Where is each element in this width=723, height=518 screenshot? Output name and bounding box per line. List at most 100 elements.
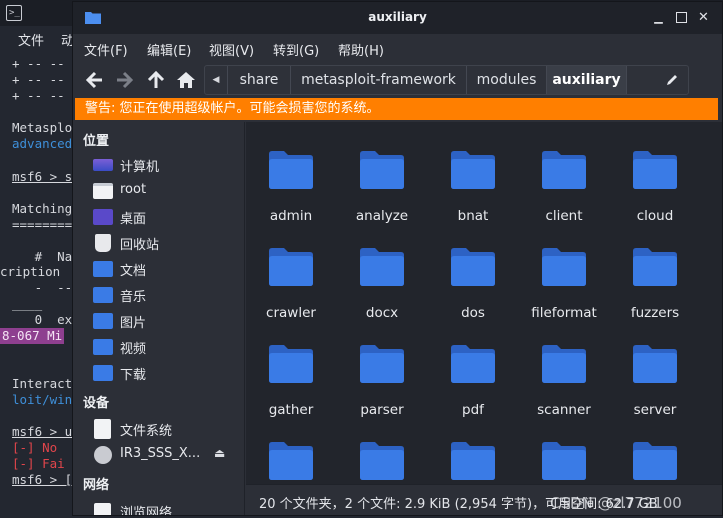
terminal-line: advanced	[12, 136, 73, 151]
folder-item[interactable]: server	[610, 326, 700, 418]
terminal-line: ========	[12, 217, 73, 232]
sidebar-item-network[interactable]: 浏览网络	[73, 498, 244, 515]
eject-icon[interactable]: ⏏	[214, 446, 225, 460]
sidebar-item-label: 图片	[120, 316, 147, 331]
folder-item[interactable]	[337, 423, 427, 484]
menu-file[interactable]: 文件(F)	[84, 40, 128, 59]
desktop-icon	[93, 209, 113, 225]
folder-item[interactable]	[428, 423, 518, 484]
sidebar-item-label: 文档	[120, 264, 147, 279]
sidebar-item-desktop[interactable]: 桌面	[73, 204, 244, 230]
sidebar-item-videos[interactable]: 视频	[73, 334, 244, 360]
terminal-line-error: [-] Fai	[12, 456, 65, 471]
folder-item[interactable]: admin	[246, 132, 336, 224]
folder-label: crawler	[266, 305, 316, 321]
folder-label: cloud	[636, 208, 674, 224]
folder-item[interactable]: cloud	[610, 132, 700, 224]
documents-icon	[93, 261, 113, 277]
breadcrumb-auxiliary[interactable]: auxiliary	[547, 66, 627, 94]
pencil-icon[interactable]	[627, 66, 688, 94]
sidebar-item-pictures[interactable]: 图片	[73, 308, 244, 334]
terminal-prompt[interactable]: msf6 > [	[12, 472, 72, 488]
sidebar-item-filesystem[interactable]: 文件系统	[73, 416, 244, 442]
terminal-line: ____	[12, 296, 43, 311]
folder-label: parser	[360, 402, 404, 418]
folder-icon	[633, 248, 677, 286]
terminal-line: 0 ex	[12, 312, 73, 327]
minimize-icon[interactable]: ▁	[652, 11, 665, 24]
sidebar-item-computer[interactable]: 计算机	[73, 152, 244, 178]
menu-help[interactable]: 帮助(H)	[338, 40, 384, 59]
breadcrumb-metasploit-framework[interactable]: metasploit-framework	[291, 66, 467, 94]
folder-item[interactable]: parser	[337, 326, 427, 418]
sidebar-item-downloads[interactable]: 下载	[73, 360, 244, 386]
pictures-icon	[93, 313, 113, 329]
folder-item[interactable]	[610, 423, 700, 484]
folder-item[interactable]: bnat	[428, 132, 518, 224]
folder-icon	[633, 345, 677, 383]
folder-item[interactable]: analyze	[337, 132, 427, 224]
folder-icon	[542, 442, 586, 480]
folder-icon	[360, 442, 404, 480]
window-titlebar[interactable]: auxiliary ▁ ✕	[73, 2, 722, 34]
breadcrumb-modules[interactable]: modules	[467, 66, 547, 94]
folder-label: analyze	[355, 208, 409, 224]
terminal-icon: >_	[6, 5, 22, 21]
folder-icon	[451, 151, 495, 189]
menubar: 文件(F) 编辑(E) 视图(V) 转到(G) 帮助(H)	[73, 35, 722, 61]
sidebar-item-documents[interactable]: 文档	[73, 256, 244, 282]
folder-item[interactable]	[246, 423, 336, 484]
watermark: CSDN @zl772100	[550, 494, 682, 512]
folder-item[interactable]: fileformat	[519, 229, 609, 321]
folder-item[interactable]: docx	[337, 229, 427, 321]
folder-icon	[633, 151, 677, 189]
folder-icon	[269, 442, 313, 480]
sidebar-item-label: IR3_SSS_X...	[120, 446, 201, 461]
caret-left-icon[interactable]: ◀	[205, 66, 228, 94]
folder-item[interactable]: scanner	[519, 326, 609, 418]
terminal-line: loit/win	[12, 392, 73, 407]
sidebar-item-trash[interactable]: 回收站	[73, 230, 244, 256]
filesystem-icon	[94, 419, 111, 439]
folder-label: dos	[461, 305, 485, 321]
folder-grid: admin analyze bnat client cloud crawler docx do…	[246, 122, 722, 484]
home-icon[interactable]	[174, 67, 198, 93]
folder-item[interactable]: dos	[428, 229, 518, 321]
close-icon[interactable]: ✕	[697, 11, 710, 24]
breadcrumb-share[interactable]: share	[228, 66, 291, 94]
optical-disc-icon	[94, 446, 112, 464]
folder-item[interactable]	[519, 423, 609, 484]
folder-icon	[269, 248, 313, 286]
terminal-line-highlight: 8-067 Mi	[0, 328, 65, 344]
network-icon	[94, 503, 111, 515]
toolbar: ◀ share metasploit-framework modules aux…	[73, 62, 722, 98]
folder-item[interactable]: fuzzers	[610, 229, 700, 321]
folder-item[interactable]: crawler	[246, 229, 336, 321]
folder-label: admin	[269, 208, 313, 224]
sidebar-network-title: 网络	[83, 478, 110, 493]
menu-go[interactable]: 转到(G)	[273, 40, 319, 59]
arrow-up-icon[interactable]	[144, 67, 168, 93]
sidebar-item-label: 下载	[120, 368, 147, 383]
terminal-line-error: [-] No	[12, 440, 58, 455]
folder-icon	[360, 248, 404, 286]
folder-item[interactable]: pdf	[428, 326, 518, 418]
menu-view[interactable]: 视图(V)	[209, 40, 254, 59]
arrow-left-icon[interactable]	[83, 67, 107, 93]
window-title: auxiliary	[368, 10, 427, 24]
terminal-menu-file[interactable]: 文件	[18, 30, 44, 49]
folder-icon	[542, 248, 586, 286]
folder-item[interactable]: client	[519, 132, 609, 224]
sidebar-item-root[interactable]: root	[73, 178, 244, 204]
terminal-line: msf6 > u	[12, 424, 73, 439]
folder-icon	[269, 151, 313, 189]
folder-item[interactable]: gather	[246, 326, 336, 418]
folder-icon	[451, 442, 495, 480]
menu-edit[interactable]: 编辑(E)	[147, 40, 191, 59]
sidebar-item-music[interactable]: 音乐	[73, 282, 244, 308]
arrow-right-icon[interactable]	[112, 67, 136, 93]
sidebar-item-optical-disc[interactable]: IR3_SSS_X... ⏏	[73, 442, 244, 468]
maximize-icon[interactable]	[676, 12, 687, 23]
terminal-line: Interact	[12, 376, 73, 391]
folder-label: gather	[268, 402, 314, 418]
